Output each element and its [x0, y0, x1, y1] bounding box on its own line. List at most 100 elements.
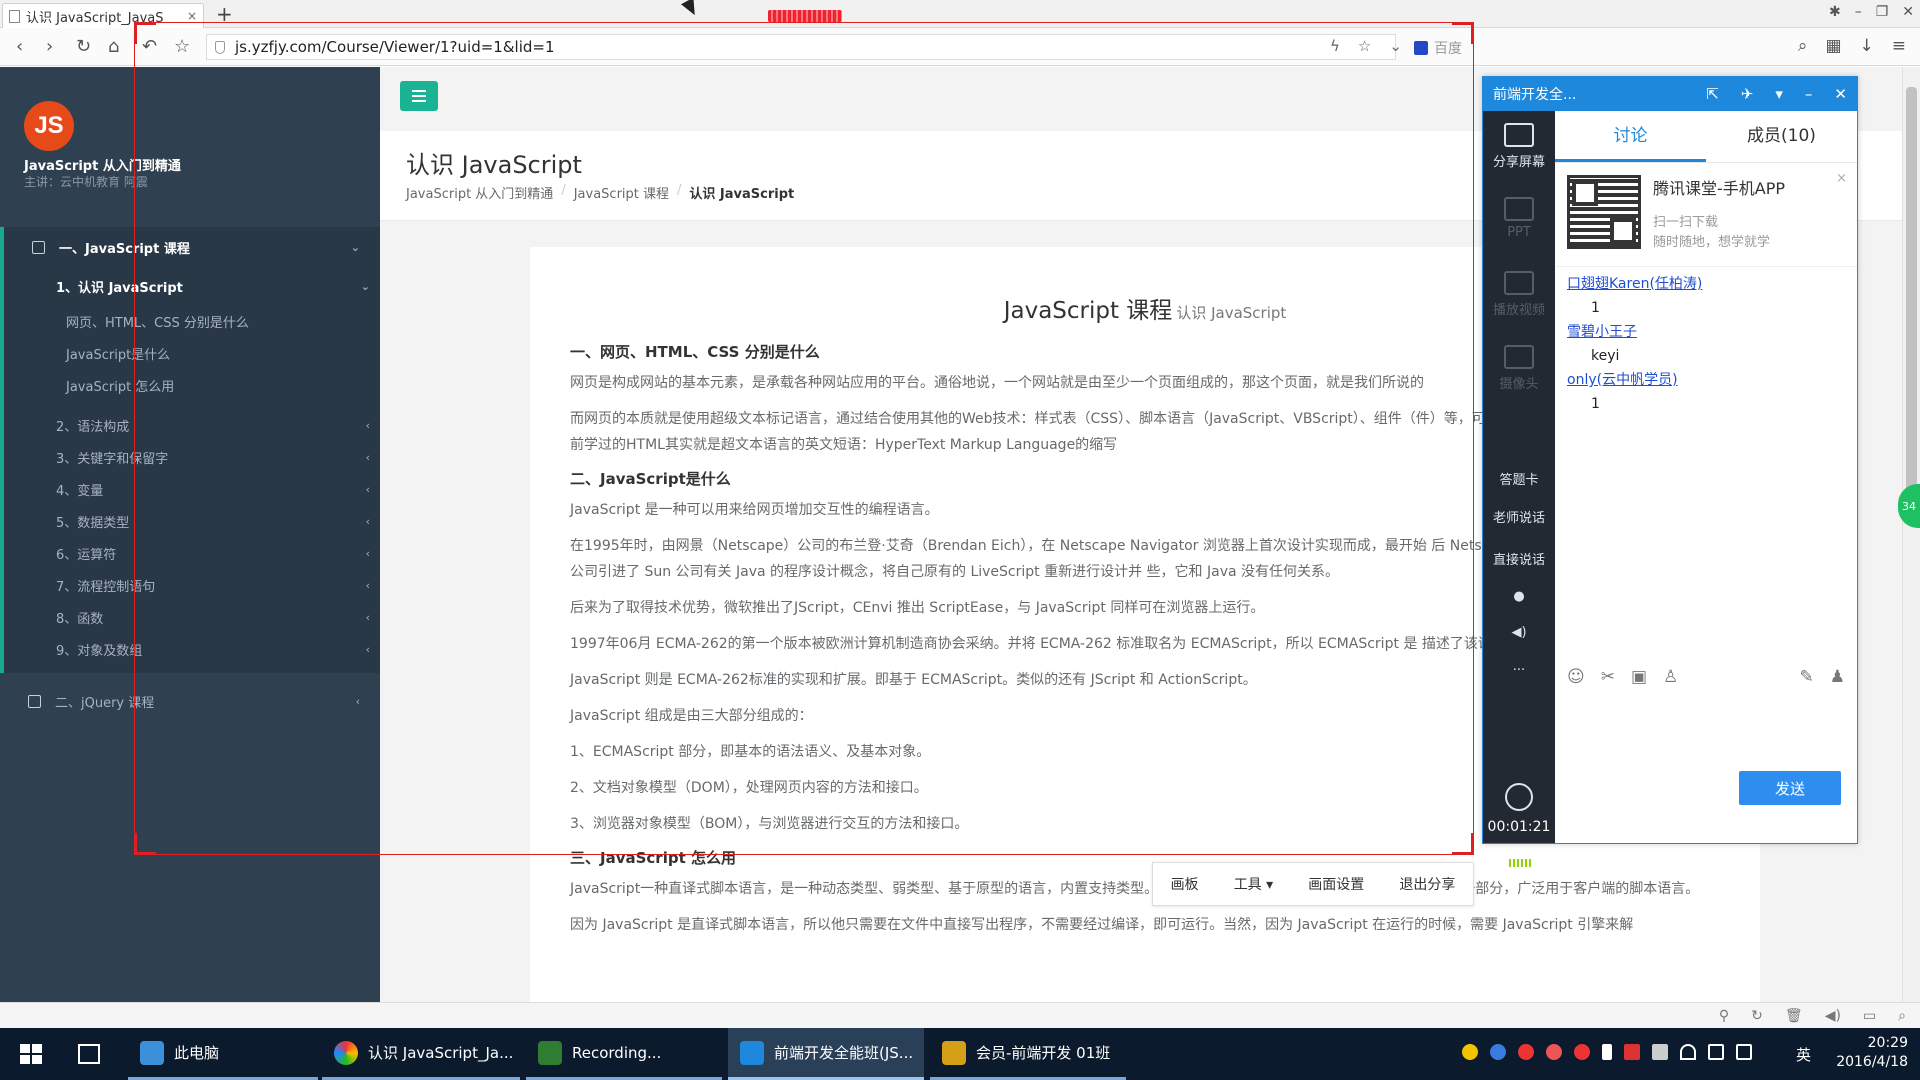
tray-app-icon[interactable]	[1490, 1044, 1506, 1060]
image-icon[interactable]: ▣	[1631, 667, 1647, 687]
frame-corner[interactable]	[1452, 22, 1474, 44]
bookmark-icon[interactable]: ☆	[174, 36, 190, 57]
tray-app-icon[interactable]	[1518, 1044, 1534, 1060]
taskbar-item-member[interactable]: 会员-前端开发 01班	[930, 1028, 1126, 1080]
menu-item-variables[interactable]: 4、变量 ‹	[4, 473, 380, 505]
share-screen-tool[interactable]: 分享屏幕	[1483, 123, 1555, 170]
input-language[interactable]: 英	[1796, 1044, 1811, 1065]
lesson-link[interactable]: JavaScript是什么	[4, 337, 380, 369]
menu-item-functions[interactable]: 8、函数 ‹	[4, 601, 380, 633]
task-view-icon[interactable]	[78, 1044, 100, 1064]
dropdown-icon[interactable]: ▾	[1775, 85, 1783, 103]
answer-card-button[interactable]: 答题卡	[1483, 469, 1555, 488]
tray-app-icon[interactable]	[1546, 1044, 1562, 1060]
browser-tab[interactable]: 认识 JavaScript_JavaS ×	[2, 3, 204, 28]
taskbar-item-this-pc[interactable]: 此电脑	[128, 1028, 318, 1080]
volume-icon[interactable]	[1708, 1044, 1724, 1060]
tray-app-icon[interactable]	[1624, 1044, 1640, 1060]
menu-item-syntax[interactable]: 2、语法构成 ‹	[4, 409, 380, 441]
page-scrollbar[interactable]	[1902, 67, 1920, 1002]
ppt-tool[interactable]: PPT	[1483, 197, 1555, 240]
refresh-icon[interactable]: ↻	[1751, 1008, 1763, 1024]
tray-app-icon[interactable]	[1574, 1044, 1590, 1060]
tray-app-icon[interactable]	[1652, 1044, 1668, 1060]
minimize-icon[interactable]: –	[1855, 4, 1862, 20]
menu-item-control-flow[interactable]: 7、流程控制语句 ‹	[4, 569, 380, 601]
emoji-icon[interactable]: ☺	[1567, 667, 1585, 687]
menu-group-javascript[interactable]: 一、JavaScript 课程 ⌄	[0, 227, 380, 267]
tools-button[interactable]: 工具 ▾	[1234, 874, 1273, 894]
taskbar-item-recording[interactable]: Recording...	[526, 1028, 722, 1080]
menu-group-jquery[interactable]: 二、jQuery 课程 ‹	[0, 681, 380, 721]
menu-item-datatypes[interactable]: 5、数据类型 ‹	[4, 505, 380, 537]
search-icon[interactable]: ⌕	[1798, 36, 1808, 56]
lesson-link[interactable]: 网页、HTML、CSS 分别是什么	[4, 305, 380, 337]
lightning-icon[interactable]: ϟ	[1330, 37, 1340, 55]
menu-item-intro[interactable]: 1、认识 JavaScript ⌄	[4, 267, 380, 305]
close-icon[interactable]: ✕	[1834, 85, 1847, 103]
exit-share-button[interactable]: 退出分享	[1399, 874, 1455, 894]
tab-close-icon[interactable]: ×	[187, 9, 197, 23]
lesson-link[interactable]: JavaScript 怎么用	[4, 369, 380, 401]
more-icon[interactable]: ···	[1483, 663, 1555, 678]
menu-item-operators[interactable]: 6、运算符 ‹	[4, 537, 380, 569]
maximize-icon[interactable]: ❐	[1876, 4, 1889, 20]
chat-username[interactable]: 雪碧小王子	[1567, 321, 1845, 343]
board-button[interactable]: 画板	[1171, 874, 1199, 894]
speaker-icon[interactable]: ◀)	[1483, 625, 1555, 640]
gift-icon[interactable]: ♙	[1663, 667, 1678, 687]
tab-members[interactable]: 成员(10)	[1706, 111, 1857, 162]
play-video-tool[interactable]: 播放视频	[1483, 271, 1555, 318]
sidebar-toggle-button[interactable]	[400, 81, 438, 111]
dropdown-icon[interactable]: ⌄	[1389, 37, 1402, 55]
chat-username[interactable]: 口翅翅Karen(任柏涛)	[1567, 273, 1845, 295]
edit-icon[interactable]: ✎	[1800, 667, 1814, 687]
pin-icon[interactable]: ✱	[1829, 4, 1841, 20]
notifications-icon[interactable]	[1736, 1044, 1752, 1060]
star-icon[interactable]: ☆	[1358, 37, 1371, 55]
microphone-icon[interactable]: ●	[1483, 589, 1555, 604]
breadcrumb-item[interactable]: JavaScript 从入门到精通	[406, 183, 553, 202]
volume-icon[interactable]: ◀)	[1825, 1008, 1841, 1024]
menu-item-keywords[interactable]: 3、关键字和保留字 ‹	[4, 441, 380, 473]
minimize-icon[interactable]: –	[1805, 85, 1813, 103]
apps-icon[interactable]: ▦	[1825, 36, 1841, 56]
teacher-speak-button[interactable]: 老师说话	[1483, 507, 1555, 526]
forward-icon[interactable]: ›	[46, 36, 53, 57]
tab-discussion[interactable]: 讨论	[1555, 111, 1706, 162]
back-icon[interactable]: ‹	[16, 36, 23, 57]
frame-corner[interactable]	[1452, 833, 1474, 855]
new-tab-button[interactable]: +	[216, 2, 233, 26]
url-input[interactable]: js.yzfjy.com/Course/Viewer/1?uid=1&lid=1	[206, 34, 1396, 60]
send-button[interactable]: 发送	[1739, 771, 1841, 805]
menu-item-objects[interactable]: 9、对象及数组 ‹	[4, 633, 380, 665]
taskbar-item-classroom[interactable]: 前端开发全能班(JS...	[728, 1028, 924, 1080]
direct-speak-button[interactable]: 直接说话	[1483, 549, 1555, 568]
menu-icon[interactable]: ≡	[1892, 36, 1906, 56]
clock[interactable]: 20:29 2016/4/18	[1824, 1034, 1908, 1072]
screen-settings-button[interactable]: 画面设置	[1308, 874, 1364, 894]
frame-corner[interactable]	[134, 22, 156, 44]
download-icon[interactable]: ↓	[1860, 36, 1874, 56]
chat-username[interactable]: only(云中帆学员)	[1567, 369, 1845, 391]
close-window-icon[interactable]: ✕	[1902, 4, 1914, 20]
camera-tool[interactable]: 摄像头	[1483, 345, 1555, 392]
frame-corner[interactable]	[134, 833, 156, 855]
scissors-icon[interactable]: ✂	[1601, 667, 1615, 687]
wifi-icon[interactable]	[1680, 1044, 1696, 1060]
zoom-icon[interactable]: ⌕	[1898, 1008, 1906, 1024]
reload-icon[interactable]: ↻	[76, 36, 91, 57]
home-icon[interactable]: ⌂	[108, 36, 119, 57]
pin-icon[interactable]: ⚲	[1719, 1008, 1729, 1024]
share-out-icon[interactable]: ⇱	[1706, 85, 1719, 103]
window-icon[interactable]: ▭	[1863, 1008, 1876, 1024]
trash-icon[interactable]: 🗑	[1785, 1008, 1803, 1024]
windows-start-icon[interactable]	[20, 1044, 42, 1064]
taskbar-item-browser[interactable]: 认识 JavaScript_Ja...	[322, 1028, 520, 1080]
scroll-thumb[interactable]	[1906, 87, 1917, 507]
user-settings-icon[interactable]: ♟	[1830, 667, 1845, 687]
send-plane-icon[interactable]: ✈	[1741, 85, 1754, 103]
battery-icon[interactable]	[1602, 1044, 1612, 1060]
close-icon[interactable]: ×	[1836, 171, 1847, 186]
breadcrumb-item[interactable]: JavaScript 课程	[574, 183, 669, 202]
